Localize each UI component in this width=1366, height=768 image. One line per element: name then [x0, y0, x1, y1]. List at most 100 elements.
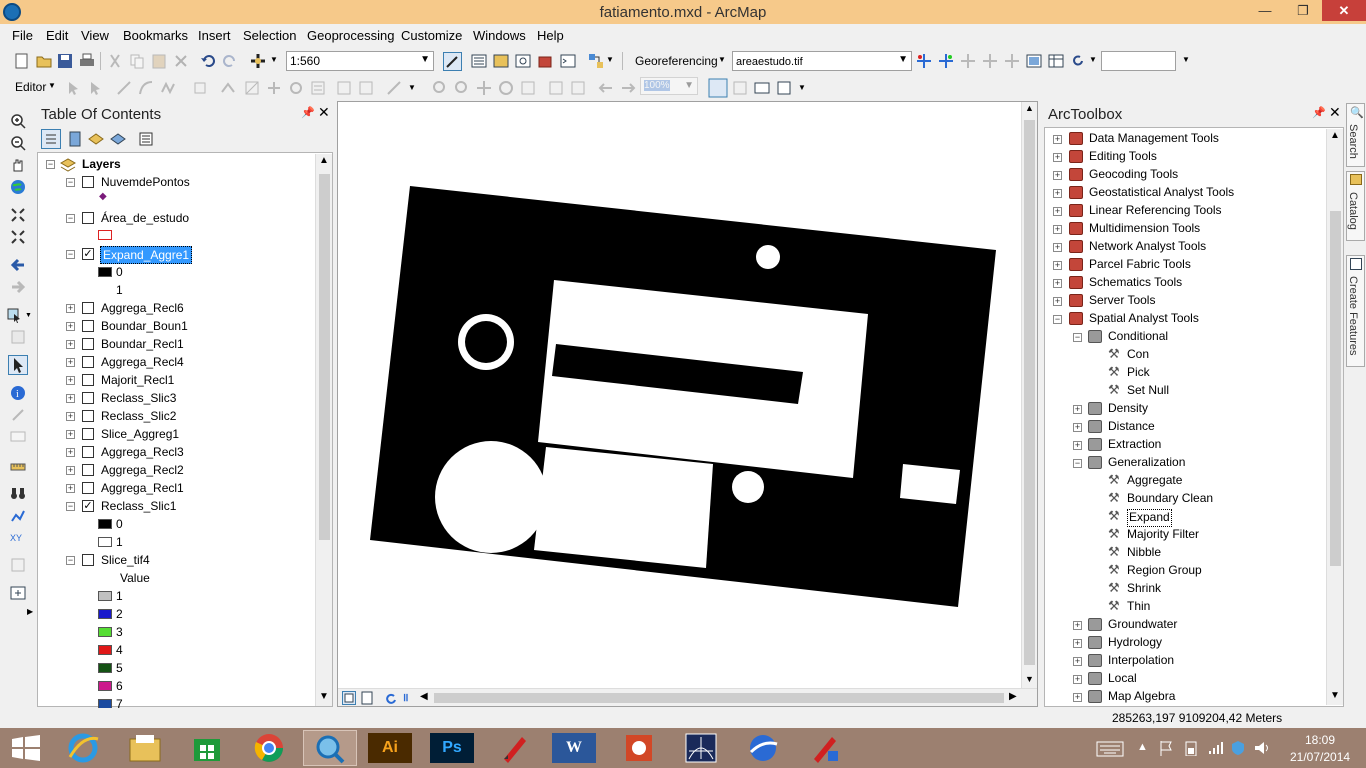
scroll-up-icon[interactable]: ▲ — [319, 155, 329, 166]
tool-label-selected[interactable]: Expand — [1127, 509, 1172, 527]
page-layout-zoom-icon[interactable] — [548, 80, 564, 96]
expand-icon[interactable]: + — [1073, 639, 1082, 648]
menu-customize[interactable]: Customize — [401, 28, 462, 43]
arcgis-editor-icon[interactable] — [490, 730, 540, 766]
layer-name[interactable]: Aggrega_Recl2 — [101, 463, 184, 481]
rotate-icon[interactable] — [1070, 53, 1086, 69]
toggle-draft-mode-icon[interactable] — [708, 78, 728, 98]
rotation-angle-input[interactable] — [1101, 51, 1176, 71]
menu-insert[interactable]: Insert — [198, 28, 231, 43]
layer-name[interactable]: Majorit_Recl1 — [101, 373, 174, 391]
catalog-side-tab[interactable]: Catalog — [1346, 171, 1365, 241]
layer-visibility-checkbox[interactable] — [82, 320, 94, 332]
sub-toolset-label[interactable]: Hydrology — [1108, 635, 1162, 653]
scroll-thumb[interactable] — [319, 174, 330, 540]
layer-name[interactable]: Área_de_estudo — [101, 211, 189, 229]
expand-icon[interactable]: + — [1053, 243, 1062, 252]
layer-name[interactable]: Reclass_Slic1 — [101, 499, 176, 517]
edit-annotation-icon[interactable] — [88, 80, 104, 96]
pin-icon[interactable]: 📌 — [301, 106, 315, 119]
toolbar-options-icon[interactable]: ▼ — [408, 83, 416, 92]
split-icon[interactable] — [266, 80, 282, 96]
trace-icon[interactable] — [160, 80, 176, 96]
expand-icon[interactable]: + — [1073, 657, 1082, 666]
add-data-icon[interactable] — [250, 53, 266, 69]
next-extent-icon[interactable] — [620, 80, 636, 96]
scroll-up-icon[interactable]: ▲ — [1330, 130, 1340, 141]
catalog-window-icon[interactable] — [493, 53, 509, 69]
data-view-icon[interactable] — [342, 691, 356, 705]
volume-icon[interactable] — [1254, 740, 1270, 756]
toolset-label[interactable]: Data Management Tools — [1089, 131, 1219, 149]
layer-visibility-checkbox[interactable] — [82, 464, 94, 476]
page-layout-zoom-out-icon[interactable] — [570, 80, 586, 96]
zoom-percent-combo[interactable]: 100% ▼ — [640, 77, 698, 95]
find-route-icon[interactable] — [10, 507, 26, 523]
effects-zoom-in-icon[interactable] — [432, 80, 448, 96]
collapse-icon[interactable]: − — [66, 214, 75, 223]
clock-date[interactable]: 21/07/2014 — [1290, 750, 1350, 764]
select-elements-icon[interactable] — [8, 355, 28, 375]
expand-icon[interactable]: + — [1073, 441, 1082, 450]
expand-icon[interactable]: + — [1053, 297, 1062, 306]
viewer-icon[interactable] — [1026, 53, 1042, 69]
expand-icon[interactable]: + — [1073, 405, 1082, 414]
measure-ruler-icon[interactable] — [10, 459, 26, 475]
go-back-extent-icon[interactable] — [10, 257, 26, 273]
undo-icon[interactable] — [200, 53, 216, 69]
list-by-selection-icon[interactable] — [110, 131, 126, 147]
internet-explorer-icon[interactable] — [58, 730, 108, 766]
expand-icon[interactable]: + — [1073, 693, 1082, 702]
expand-icon[interactable]: + — [66, 304, 75, 313]
scroll-down-icon[interactable]: ▼ — [1025, 674, 1034, 684]
scroll-down-icon[interactable]: ▼ — [1330, 690, 1340, 701]
toolset-label[interactable]: Linear Referencing Tools — [1089, 203, 1222, 221]
search-side-tab[interactable]: 🔍 Search — [1346, 103, 1365, 167]
model-builder-icon[interactable] — [588, 53, 604, 69]
close-button[interactable]: ✕ — [1322, 0, 1366, 21]
expand-icon[interactable]: + — [66, 340, 75, 349]
close-icon[interactable]: ✕ — [318, 104, 330, 121]
map-vertical-scrollbar[interactable]: ▲ ▼ — [1021, 102, 1037, 688]
scroll-down-icon[interactable]: ▼ — [319, 691, 329, 702]
html-popup-icon[interactable] — [10, 429, 26, 445]
powerpoint-icon[interactable] — [614, 730, 664, 766]
maximize-button[interactable]: ❐ — [1286, 0, 1320, 21]
expand-icon[interactable]: + — [66, 358, 75, 367]
menu-windows[interactable]: Windows — [473, 28, 526, 43]
time-slider-icon[interactable] — [10, 557, 26, 573]
layer-name[interactable]: Boundar_Boun1 — [101, 319, 188, 337]
layer-visibility-checkbox[interactable] — [82, 554, 94, 566]
previous-extent-icon[interactable] — [598, 80, 614, 96]
layer-name[interactable]: Reclass_Slic3 — [101, 391, 176, 409]
tool-label[interactable]: Region Group — [1127, 563, 1202, 581]
layer-name-selected[interactable]: Expand_Aggre1 — [100, 246, 193, 264]
tool-label[interactable]: Thin — [1127, 599, 1150, 617]
select-dropdown-icon[interactable]: ▼ — [25, 312, 32, 319]
editor-dropdown-icon[interactable]: ▼ — [48, 81, 56, 90]
action-center-flag-icon[interactable] — [1158, 740, 1174, 756]
minimize-button[interactable]: — — [1248, 0, 1282, 21]
collapse-icon[interactable]: − — [1073, 459, 1082, 468]
refresh-icon[interactable] — [384, 691, 398, 705]
layer-visibility-checkbox[interactable] — [82, 176, 94, 188]
sub-toolset-label[interactable]: Generalization — [1108, 455, 1185, 473]
cut-polygons-icon[interactable] — [244, 80, 260, 96]
toolset-label[interactable]: Schematics Tools — [1089, 275, 1182, 293]
collapse-icon[interactable]: − — [1053, 315, 1062, 324]
scroll-thumb[interactable] — [1330, 211, 1341, 566]
scroll-thumb[interactable] — [1024, 120, 1035, 665]
scroll-left-icon[interactable]: ◀ — [420, 691, 428, 702]
straight-segment-icon[interactable] — [116, 80, 132, 96]
layer-name[interactable]: Aggrega_Recl4 — [101, 355, 184, 373]
layer-visibility-checkbox[interactable] — [82, 338, 94, 350]
full-extent-globe-icon[interactable] — [10, 179, 26, 195]
layer-visibility-checkbox[interactable] — [82, 374, 94, 386]
rotate-dropdown-icon[interactable]: ▼ — [1089, 55, 1097, 64]
copy-icon[interactable] — [129, 53, 145, 69]
menu-file[interactable]: File — [12, 28, 33, 43]
expand-icon[interactable]: + — [1073, 423, 1082, 432]
pin-icon[interactable]: 📌 — [1312, 106, 1326, 119]
chevron-down-icon[interactable]: ▼ — [606, 55, 614, 64]
expand-icon[interactable]: + — [66, 394, 75, 403]
